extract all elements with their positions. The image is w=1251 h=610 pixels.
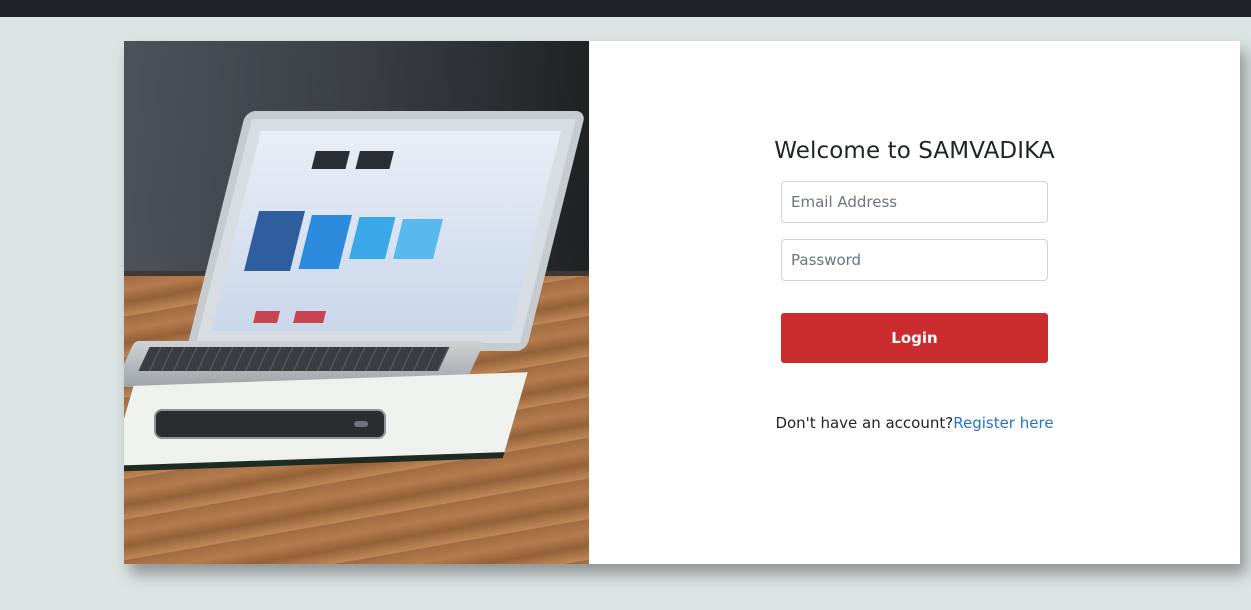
register-prompt: Don't have an account?Register here <box>589 414 1240 432</box>
photo-keyboard <box>138 347 450 371</box>
photo-screen-tile <box>293 311 327 323</box>
photo-screen-tile <box>298 215 352 269</box>
photo-screen-tile <box>244 211 305 271</box>
photo-laptop-screen <box>186 111 586 351</box>
top-bar <box>0 0 1251 17</box>
login-card: Welcome to SAMVADIKA Login Don't have an… <box>124 41 1240 564</box>
photo-screen-tile <box>253 311 281 323</box>
photo-phone <box>154 409 386 439</box>
photo-screen-tile <box>393 219 443 259</box>
page-title: Welcome to SAMVADIKA <box>774 138 1055 164</box>
photo-screen-content <box>211 131 561 331</box>
register-prompt-text: Don't have an account? <box>775 414 954 432</box>
email-field[interactable] <box>781 181 1048 223</box>
hero-photo <box>124 41 589 564</box>
register-link[interactable]: Register here <box>953 414 1053 432</box>
photo-phone-camera <box>354 421 368 427</box>
photo-screen-tile <box>355 151 394 169</box>
login-form: Welcome to SAMVADIKA Login Don't have an… <box>589 41 1240 564</box>
photo-screen-tile <box>311 151 350 169</box>
login-button[interactable]: Login <box>781 313 1048 363</box>
password-field[interactable] <box>781 239 1048 281</box>
photo-screen-tile <box>349 217 396 259</box>
